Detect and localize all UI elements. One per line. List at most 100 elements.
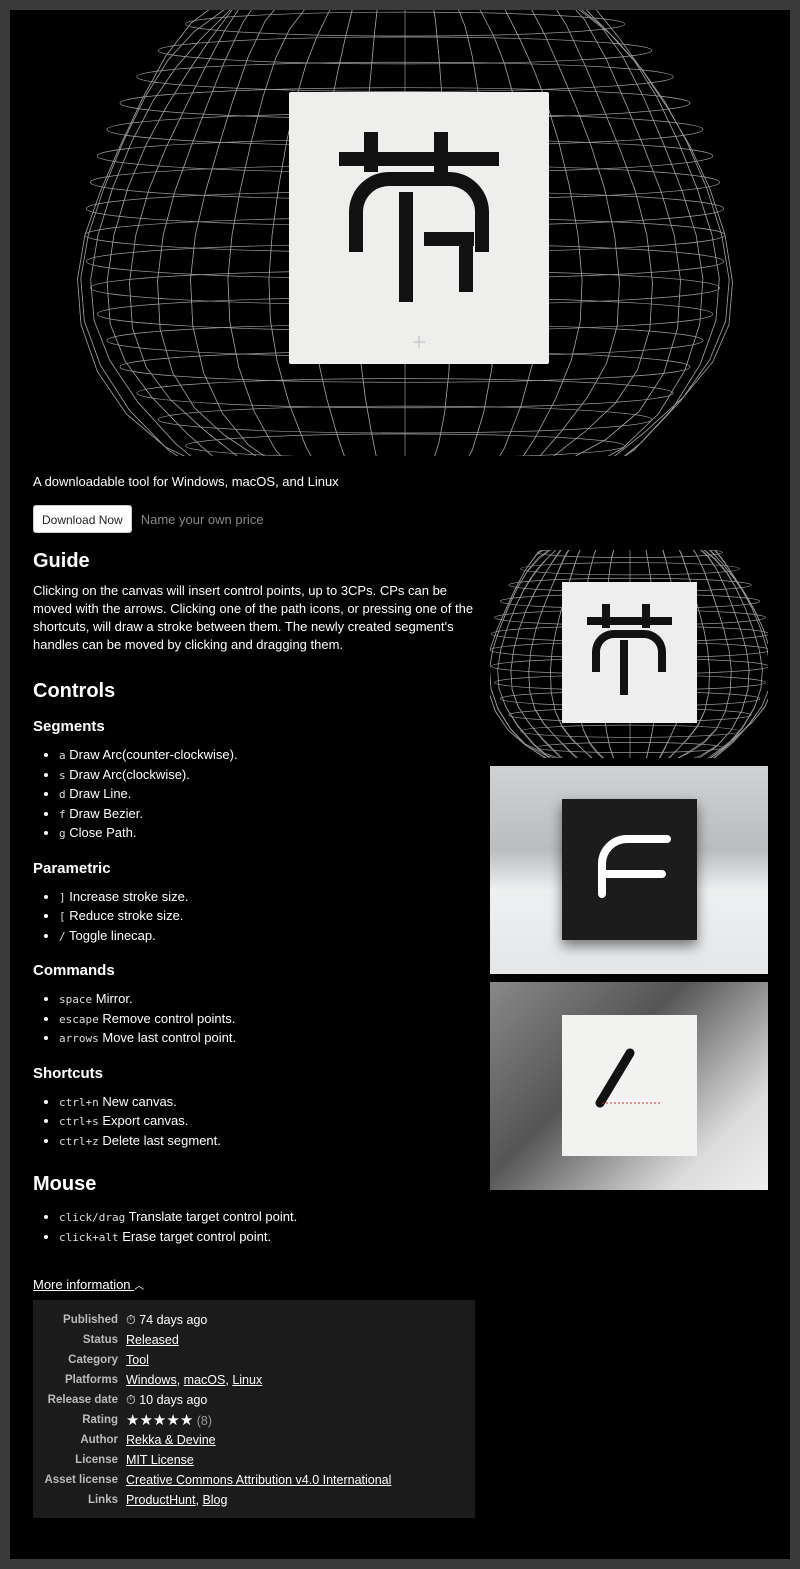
key-description: Toggle linecap. <box>69 927 156 943</box>
key-description: Reduce stroke size. <box>69 908 184 923</box>
key-code: escape <box>59 1012 99 1026</box>
info-table: Published ⏱ 74 days ago Status Released Ca… <box>33 1300 475 1518</box>
key-code: [ <box>59 910 66 923</box>
stopwatch-icon: ⏱ <box>126 1392 140 1407</box>
published-value: 74 days ago <box>139 1312 208 1327</box>
key-description: Delete last segment. <box>102 1132 221 1148</box>
key-description: Export canvas. <box>102 1113 189 1128</box>
category-link[interactable]: Tool <box>126 1353 149 1367</box>
key-code: f <box>59 807 66 821</box>
guide-heading: Guide <box>33 550 90 572</box>
shortcut-list: space Mirror. escape Remove control point… <box>33 990 475 1049</box>
key-code: s <box>59 768 66 782</box>
status-link[interactable]: Released <box>126 1333 179 1347</box>
section-heading: Parametric <box>33 859 111 877</box>
key-description: Move last control point. <box>102 1030 237 1045</box>
list-item: arrows Move last control point. <box>59 1029 475 1049</box>
star-rating[interactable]: ★★★★★ <box>126 1412 194 1429</box>
info-row-asset-license: Asset license Creative Commons Attributio… <box>33 1470 475 1490</box>
info-label: Author <box>80 1434 118 1446</box>
key-description: Close Path. <box>69 825 137 840</box>
list-item: ctrl+z Delete last segment. <box>59 1132 475 1152</box>
shortcut-list: ] Increase stroke size.[ Reduce stroke s… <box>33 888 475 947</box>
star-icon: ★ <box>166 1412 180 1429</box>
list-item: d Draw Line. <box>59 785 475 805</box>
producthunt-link[interactable]: ProductHunt <box>126 1493 195 1507</box>
key-description: Draw Bezier. <box>69 805 143 821</box>
key-description: Translate target control point. <box>128 1209 298 1224</box>
list-item: click+alt Erase target control point. <box>59 1228 475 1248</box>
key-code: ] <box>59 890 66 904</box>
key-code: space <box>59 993 93 1006</box>
info-label: Platforms <box>64 1374 118 1386</box>
list-item: g Close Path. <box>59 824 475 844</box>
key-code: click/drag <box>59 1211 126 1224</box>
buy-row: Download Now Name your own price <box>33 505 475 533</box>
tagline: A downloadable tool for Windows, macOS, … <box>33 474 339 489</box>
cover-art-thumbnail <box>562 582 697 723</box>
list-item: click/drag Translate target control poin… <box>59 1208 475 1228</box>
info-label: Asset license <box>44 1474 118 1486</box>
page: A downloadable tool for Windows, macOS, … <box>10 10 790 1559</box>
screenshot-1[interactable] <box>490 550 768 758</box>
section-heading: Shortcuts <box>33 1064 104 1082</box>
list-item: s Draw Arc(clockwise). <box>59 766 475 786</box>
dark-canvas-thumbnail <box>562 799 697 940</box>
list-item: ctrl+n New canvas. <box>59 1093 475 1113</box>
section-heading: Segments <box>33 718 105 735</box>
cover-banner <box>10 10 790 456</box>
key-code: d <box>59 788 66 801</box>
info-label: License <box>75 1454 118 1466</box>
glyph-artwork <box>339 132 499 348</box>
key-code: a <box>59 749 66 762</box>
stopwatch-icon: ⏱ <box>126 1312 140 1327</box>
info-row-platforms: Platforms Windows, macOS, Linux <box>33 1370 475 1390</box>
list-item: / Toggle linecap. <box>59 927 475 947</box>
download-now-button[interactable]: Download Now <box>33 505 132 533</box>
list-item: escape Remove control points. <box>59 1010 475 1030</box>
shortcut-list: ctrl+n New canvas.ctrl+s Export canvas.c… <box>33 1093 475 1152</box>
light-canvas-thumbnail <box>562 1015 697 1156</box>
info-label: Published <box>63 1314 118 1326</box>
key-description: Increase stroke size. <box>69 888 189 904</box>
info-label: Category <box>68 1354 118 1366</box>
info-row-links: Links ProductHunt, Blog <box>33 1490 475 1510</box>
info-label: Release date <box>47 1394 118 1406</box>
info-row-license: License MIT License <box>33 1450 475 1470</box>
key-code: ctrl+z <box>59 1134 99 1148</box>
screenshot-3[interactable] <box>490 982 768 1190</box>
platform-windows-link[interactable]: Windows <box>126 1373 177 1387</box>
asset-license-link[interactable]: Creative Commons Attribution v4.0 Intern… <box>126 1473 391 1487</box>
list-item: ctrl+s Export canvas. <box>59 1112 475 1132</box>
key-description: Mirror. <box>95 991 133 1006</box>
key-description: Draw Arc(clockwise). <box>69 766 190 782</box>
section-heading: Commands <box>33 962 115 979</box>
chevron-up-icon: ︿ <box>134 1281 145 1292</box>
list-item: [ Reduce stroke size. <box>59 907 475 927</box>
controls-sections: Segmentsa Draw Arc(counter-clockwise).s … <box>33 718 475 1151</box>
cover-art-card <box>289 92 549 364</box>
key-code: ctrl+s <box>59 1115 99 1128</box>
star-icon: ★ <box>179 1412 194 1429</box>
info-label: Rating <box>82 1414 118 1426</box>
key-description: Draw Arc(counter-clockwise). <box>69 747 238 762</box>
key-description: Erase target control point. <box>122 1228 272 1244</box>
more-information-label[interactable]: More information <box>33 1277 131 1292</box>
key-description: Remove control points. <box>102 1010 236 1026</box>
author-link[interactable]: Rekka & Devine <box>126 1433 216 1447</box>
info-label: Links <box>87 1494 118 1506</box>
blog-link[interactable]: Blog <box>202 1493 227 1507</box>
info-row-rating: Rating ★★★★★ (8) <box>33 1410 475 1430</box>
key-code: g <box>59 827 66 840</box>
controls-heading: Controls <box>33 680 116 702</box>
platform-macos-link[interactable]: macOS <box>184 1373 226 1387</box>
mouse-list: click/drag Translate target control poin… <box>33 1208 475 1247</box>
platform-linux-link[interactable]: Linux <box>232 1373 262 1387</box>
list-item: a Draw Arc(counter-clockwise). <box>59 746 475 766</box>
key-code: ctrl+n <box>59 1095 99 1109</box>
license-link[interactable]: MIT License <box>126 1453 194 1467</box>
more-information-toggle[interactable]: More information ︿ <box>33 1277 475 1292</box>
key-description: New canvas. <box>102 1093 177 1109</box>
screenshot-2[interactable] <box>490 766 768 974</box>
release-date-value: 10 days ago <box>139 1392 208 1407</box>
